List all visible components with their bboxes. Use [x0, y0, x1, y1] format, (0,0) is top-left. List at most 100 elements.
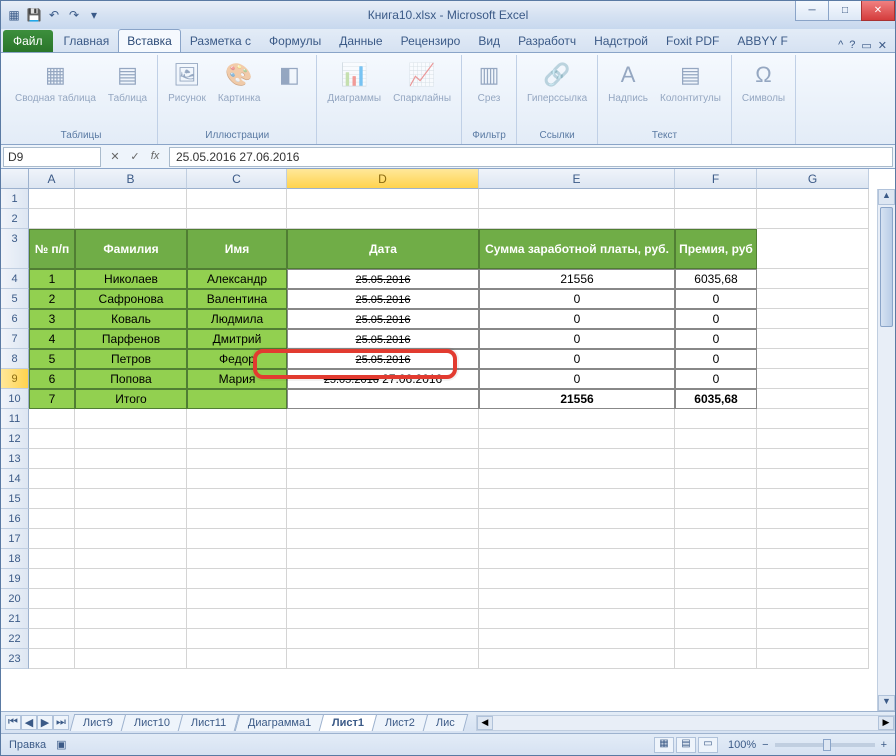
- cell[interactable]: 2: [29, 289, 75, 309]
- sheet-tab-Диаграмма1[interactable]: Диаграмма1: [234, 714, 324, 731]
- cell[interactable]: [675, 609, 757, 629]
- cell[interactable]: [757, 509, 869, 529]
- cell[interactable]: [675, 569, 757, 589]
- row-header-23[interactable]: 23: [1, 649, 29, 669]
- row-header-3[interactable]: 3: [1, 229, 29, 269]
- zoom-level[interactable]: 100%: [728, 739, 756, 751]
- cell[interactable]: [287, 629, 479, 649]
- cell[interactable]: 0: [479, 369, 675, 389]
- cell[interactable]: Премия, руб: [675, 229, 757, 269]
- row-header-2[interactable]: 2: [1, 209, 29, 229]
- cell[interactable]: [187, 189, 287, 209]
- cell[interactable]: [757, 289, 869, 309]
- cell[interactable]: [75, 609, 187, 629]
- cell[interactable]: Фамилия: [75, 229, 187, 269]
- cell[interactable]: 1: [29, 269, 75, 289]
- cell[interactable]: [675, 509, 757, 529]
- sheet-tab-Лист1[interactable]: Лист1: [319, 714, 378, 731]
- cell[interactable]: [287, 189, 479, 209]
- cell[interactable]: Дата: [287, 229, 479, 269]
- charts-button[interactable]: 📊Диаграммы: [323, 57, 385, 106]
- cell[interactable]: [675, 589, 757, 609]
- table-button[interactable]: ▤Таблица: [104, 57, 151, 106]
- cell[interactable]: [187, 389, 287, 409]
- cell-editing[interactable]: 25.05.2016 27.06.2016: [287, 369, 479, 389]
- row-header-9[interactable]: 9: [1, 369, 29, 389]
- sheet-tab-Лис[interactable]: Лис: [423, 714, 468, 731]
- cell[interactable]: [757, 489, 869, 509]
- cell[interactable]: [75, 409, 187, 429]
- cell[interactable]: [187, 469, 287, 489]
- cell[interactable]: [479, 509, 675, 529]
- col-header-G[interactable]: G: [757, 169, 869, 189]
- col-header-A[interactable]: A: [29, 169, 75, 189]
- cell[interactable]: [757, 329, 869, 349]
- cell[interactable]: 0: [479, 349, 675, 369]
- cell[interactable]: [479, 569, 675, 589]
- cell[interactable]: [757, 389, 869, 409]
- cell[interactable]: [287, 609, 479, 629]
- row-header-4[interactable]: 4: [1, 269, 29, 289]
- horizontal-scrollbar[interactable]: ◀ ▶: [476, 715, 895, 731]
- cell[interactable]: 25.05.2016: [287, 289, 479, 309]
- cell[interactable]: 0: [675, 369, 757, 389]
- row-header-10[interactable]: 10: [1, 389, 29, 409]
- cell[interactable]: [75, 489, 187, 509]
- row-header-7[interactable]: 7: [1, 329, 29, 349]
- scroll-right-icon[interactable]: ▶: [878, 716, 894, 730]
- cell[interactable]: [757, 629, 869, 649]
- cell[interactable]: Дмитрий: [187, 329, 287, 349]
- cell[interactable]: [187, 569, 287, 589]
- cell[interactable]: 3: [29, 309, 75, 329]
- shapes-button[interactable]: ◧: [268, 57, 310, 93]
- cell[interactable]: [479, 209, 675, 229]
- clipart-button[interactable]: 🎨Картинка: [214, 57, 265, 106]
- cell[interactable]: [75, 649, 187, 669]
- row-header-12[interactable]: 12: [1, 429, 29, 449]
- headerfooter-button[interactable]: ▤Колонтитулы: [656, 57, 725, 106]
- cell[interactable]: [287, 449, 479, 469]
- symbols-button[interactable]: ΩСимволы: [738, 57, 789, 106]
- cell[interactable]: Имя: [187, 229, 287, 269]
- name-box[interactable]: D9: [3, 147, 101, 167]
- row-header-16[interactable]: 16: [1, 509, 29, 529]
- cell[interactable]: [29, 209, 75, 229]
- tab-pagelayout[interactable]: Разметка с: [181, 29, 260, 52]
- scroll-up-icon[interactable]: ▲: [878, 189, 895, 205]
- cell[interactable]: [479, 429, 675, 449]
- cell[interactable]: [187, 529, 287, 549]
- maximize-button[interactable]: □: [828, 1, 862, 21]
- cell[interactable]: [75, 509, 187, 529]
- cell[interactable]: [75, 629, 187, 649]
- cell[interactable]: [675, 489, 757, 509]
- sheet-prev-icon[interactable]: ◀: [21, 715, 37, 730]
- cell[interactable]: 25.05.2016: [287, 349, 479, 369]
- cell[interactable]: 0: [479, 329, 675, 349]
- cell[interactable]: [675, 469, 757, 489]
- cell[interactable]: Мария: [187, 369, 287, 389]
- sheet-next-icon[interactable]: ▶: [37, 715, 53, 730]
- row-header-18[interactable]: 18: [1, 549, 29, 569]
- cell[interactable]: [75, 449, 187, 469]
- cell[interactable]: 6035,68: [675, 389, 757, 409]
- zoom-slider[interactable]: [775, 743, 875, 747]
- cell[interactable]: [479, 549, 675, 569]
- cell[interactable]: [287, 489, 479, 509]
- cell[interactable]: [29, 609, 75, 629]
- col-header-C[interactable]: C: [187, 169, 287, 189]
- scroll-left-icon[interactable]: ◀: [477, 716, 493, 730]
- sheet-tab-Лист2[interactable]: Лист2: [372, 714, 429, 731]
- cell[interactable]: Сумма заработной платы, руб.: [479, 229, 675, 269]
- cell[interactable]: [675, 649, 757, 669]
- cell[interactable]: [75, 549, 187, 569]
- cell[interactable]: [187, 589, 287, 609]
- cell[interactable]: [75, 209, 187, 229]
- cell[interactable]: [29, 529, 75, 549]
- cell[interactable]: [29, 409, 75, 429]
- cell[interactable]: [479, 489, 675, 509]
- cell[interactable]: 5: [29, 349, 75, 369]
- cell[interactable]: 0: [675, 349, 757, 369]
- sparklines-button[interactable]: 📈Спарклайны: [389, 57, 455, 106]
- cell[interactable]: [287, 589, 479, 609]
- fx-icon[interactable]: fx: [147, 150, 163, 163]
